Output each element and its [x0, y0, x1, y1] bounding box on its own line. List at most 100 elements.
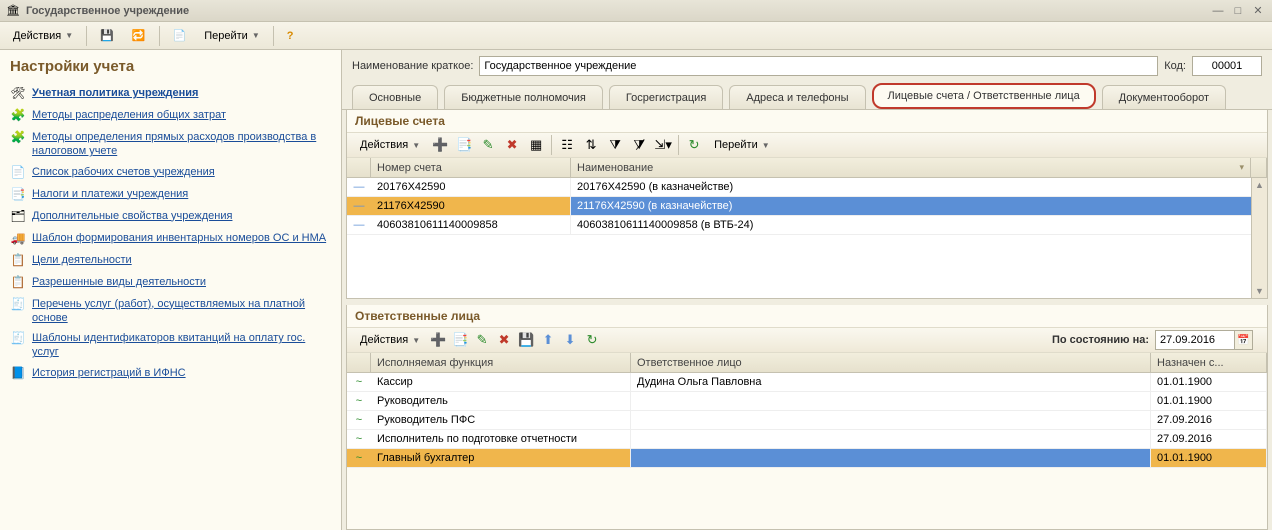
sidebar-link[interactable]: Методы распределения общих затрат — [32, 108, 226, 122]
sidebar: Настройки учета 🛠 Учетная политика учрежд… — [0, 50, 342, 530]
edit-icon[interactable]: ✎ — [471, 329, 493, 351]
sidebar-link[interactable]: Дополнительные свойства учреждения — [32, 209, 232, 223]
col-account-name[interactable]: Наименование▾ — [571, 158, 1251, 177]
name-input[interactable] — [479, 56, 1158, 76]
sidebar-item-4[interactable]: 📑 Налоги и платежи учреждения — [10, 184, 331, 206]
sidebar-item-3[interactable]: 📄Список рабочих счетов учреждения — [10, 162, 331, 184]
tab-accounts-persons[interactable]: Лицевые счета / Ответственные лица — [872, 83, 1096, 109]
accounts-panel: Лицевые счета Действия▼ ➕ 📑 ✎ ✖ ▦ ☷ ⇅ ⧩ … — [346, 110, 1268, 299]
person-row[interactable]: ~КассирДудина Ольга Павловна01.01.1900 — [347, 373, 1267, 392]
close-button[interactable]: ✕ — [1250, 4, 1266, 18]
sidebar-item-7[interactable]: 📋Цели деятельности — [10, 250, 331, 272]
goto-menu[interactable]: Перейти▼ — [197, 25, 267, 47]
sort-indicator-icon: ▾ — [1239, 162, 1244, 173]
new-icon[interactable]: 📄 — [166, 25, 194, 47]
cell-date: 27.09.2016 — [1151, 430, 1267, 448]
sidebar-item-0[interactable]: 🛠 Учетная политика учреждения — [10, 83, 331, 105]
tab-bar: Основные Бюджетные полномочия Госрегистр… — [342, 82, 1272, 110]
account-row[interactable]: —20176X4259020176X42590 (в казначействе) — [347, 178, 1267, 197]
person-row[interactable]: ~Руководитель01.01.1900 — [347, 392, 1267, 411]
sidebar-item-1[interactable]: 🧩Методы распределения общих затрат — [10, 105, 331, 127]
filter-clear-icon[interactable]: ⧩̸ — [628, 134, 650, 156]
add-icon[interactable]: ➕ — [427, 329, 449, 351]
sidebar-link[interactable]: Налоги и платежи учреждения — [32, 187, 188, 201]
sidebar-item-6[interactable]: 🚚Шаблон формирования инвентарных номеров… — [10, 228, 331, 250]
sidebar-item-9[interactable]: 🧾Перечень услуг (работ), осуществляемых … — [10, 294, 331, 329]
col-icon[interactable] — [347, 158, 371, 177]
mark-icon[interactable]: ▦ — [525, 134, 547, 156]
row-icon: ~ — [347, 414, 371, 426]
maximize-button[interactable]: □ — [1230, 4, 1246, 18]
window-title: Государственное учреждение — [26, 5, 1210, 17]
sidebar-item-8[interactable]: 📋 Разрешенные виды деятельности — [10, 272, 331, 294]
row-icon: ~ — [347, 433, 371, 445]
cell-function: Кассир — [371, 373, 631, 391]
accounts-goto-menu[interactable]: Перейти▼ — [707, 134, 777, 156]
sidebar-link[interactable]: Разрешенные виды деятельности — [32, 275, 206, 289]
tab-gosreg[interactable]: Госрегистрация — [609, 85, 723, 109]
code-label: Код: — [1164, 60, 1186, 72]
account-row[interactable]: —21176X4259021176X42590 (в казначействе) — [347, 197, 1267, 216]
sidebar-link[interactable]: Методы определения прямых расходов произ… — [32, 130, 331, 159]
sidebar-link[interactable]: История регистраций в ИФНС — [32, 366, 186, 380]
tab-main[interactable]: Основные — [352, 85, 438, 109]
help-icon[interactable]: ? — [280, 25, 301, 47]
delete-icon[interactable]: ✖ — [501, 134, 523, 156]
code-input[interactable] — [1192, 56, 1262, 76]
sidebar-link[interactable]: Шаблон формирования инвентарных номеров … — [32, 231, 326, 245]
sidebar-link[interactable]: Шаблоны идентификаторов квитанций на опл… — [32, 331, 331, 360]
col-date[interactable]: Назначен с... — [1151, 353, 1267, 372]
col-person[interactable]: Ответственное лицо — [631, 353, 1151, 372]
nav-icon: 📘 — [10, 366, 26, 382]
sidebar-heading: Настройки учета — [10, 58, 331, 75]
add-icon[interactable]: ➕ — [429, 134, 451, 156]
sidebar-item-5[interactable]: 🗂Дополнительные свойства учреждения — [10, 206, 331, 228]
persons-actions-menu[interactable]: Действия▼ — [353, 329, 427, 351]
actions-menu[interactable]: Действия▼ — [6, 25, 80, 47]
nav-icon: 📋 — [10, 275, 26, 291]
sidebar-link[interactable]: Учетная политика учреждения — [32, 86, 198, 100]
reload-icon[interactable]: ↻ — [581, 329, 603, 351]
accounts-actions-menu[interactable]: Действия▼ — [353, 134, 427, 156]
cell-function: Руководитель ПФС — [371, 411, 631, 429]
as-of-date-input[interactable] — [1155, 330, 1235, 350]
copy-icon[interactable]: 📑 — [453, 134, 475, 156]
minimize-button[interactable]: — — [1210, 4, 1226, 18]
filter-icon[interactable]: ⧩ — [604, 134, 626, 156]
refresh-icon[interactable]: 🔁 — [125, 25, 153, 47]
sidebar-link[interactable]: Цели деятельности — [32, 253, 132, 267]
save-icon[interactable]: 💾 — [515, 329, 537, 351]
hierarchy-icon[interactable]: ☷ — [556, 134, 578, 156]
account-row[interactable]: —406038106111400098584060381061114000985… — [347, 216, 1267, 235]
sidebar-item-10[interactable]: 🧾Шаблоны идентификаторов квитанций на оп… — [10, 328, 331, 363]
calendar-icon[interactable]: 📅 — [1235, 330, 1253, 350]
export-icon[interactable]: ⇲▾ — [652, 134, 674, 156]
person-row[interactable]: ~Исполнитель по подготовке отчетности27.… — [347, 430, 1267, 449]
scrollbar[interactable]: ▲ ▼ — [1251, 178, 1267, 298]
col-account-number[interactable]: Номер счета — [371, 158, 571, 177]
tab-budget[interactable]: Бюджетные полномочия — [444, 85, 603, 109]
down-icon[interactable]: ⬇ — [559, 329, 581, 351]
up-icon[interactable]: ⬆ — [537, 329, 559, 351]
scroll-up-icon[interactable]: ▲ — [1253, 178, 1267, 192]
tab-addresses[interactable]: Адреса и телефоны — [729, 85, 865, 109]
scroll-down-icon[interactable]: ▼ — [1253, 284, 1267, 298]
person-row[interactable]: ~Главный бухгалтер01.01.1900 — [347, 449, 1267, 468]
reload-icon[interactable]: ↻ — [683, 134, 705, 156]
move-icon[interactable]: ⇅ — [580, 134, 602, 156]
sidebar-item-2[interactable]: 🧩Методы определения прямых расходов прои… — [10, 127, 331, 162]
nav-icon: 📑 — [10, 187, 26, 203]
delete-icon[interactable]: ✖ — [493, 329, 515, 351]
person-row[interactable]: ~Руководитель ПФС 27.09.2016 — [347, 411, 1267, 430]
tab-docflow[interactable]: Документооборот — [1102, 85, 1226, 109]
sidebar-link[interactable]: Перечень услуг (работ), осуществляемых н… — [32, 297, 331, 326]
sidebar-link[interactable]: Список рабочих счетов учреждения — [32, 165, 215, 179]
col-function[interactable]: Исполняемая функция — [371, 353, 631, 372]
nav-icon: 🛠 — [10, 86, 26, 102]
sidebar-item-11[interactable]: 📘 История регистраций в ИФНС — [10, 363, 331, 385]
edit-icon[interactable]: ✎ — [477, 134, 499, 156]
copy-icon[interactable]: 📑 — [449, 329, 471, 351]
save-icon[interactable]: 💾 — [93, 25, 121, 47]
cell-person — [631, 411, 1151, 429]
cell-date: 27.09.2016 — [1151, 411, 1267, 429]
